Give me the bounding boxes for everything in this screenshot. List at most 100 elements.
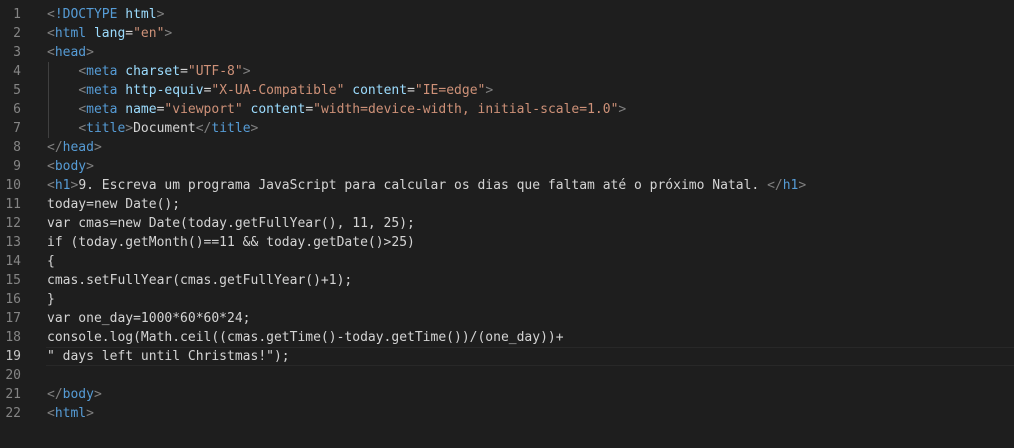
code-token: = bbox=[180, 64, 188, 79]
code-text: } bbox=[47, 290, 55, 309]
code-line[interactable]: 8 </head> bbox=[0, 138, 1014, 157]
code-token: head bbox=[62, 140, 94, 155]
code-token: < bbox=[47, 178, 55, 193]
code-text: <body> bbox=[47, 157, 94, 176]
code-token: > bbox=[86, 45, 94, 60]
code-text: <html> bbox=[47, 404, 94, 423]
code-line[interactable]: 12 var cmas=new Date(today.getFullYear(),… bbox=[0, 214, 1014, 233]
code-token: > bbox=[485, 83, 494, 98]
line-number: 18 bbox=[5, 330, 21, 345]
code-line[interactable]: 19 " days left until Christmas!"); bbox=[0, 347, 1014, 366]
line-number: 14 bbox=[5, 254, 21, 269]
editor-lines[interactable]: 1 <!DOCTYPE html> 2 <html lang="en"> 3 <head>… bbox=[0, 5, 1014, 423]
code-editor[interactable]: 1 <!DOCTYPE html> 2 <html lang="en"> 3 <head>… bbox=[0, 0, 1014, 448]
code-token: meta bbox=[86, 83, 118, 98]
code-line[interactable]: 10 <h1>9. Escreva um programa JavaScript … bbox=[0, 176, 1014, 195]
code-token: "X-UA-Compatible" bbox=[211, 83, 345, 98]
code-line[interactable]: 6 <meta name="viewport" content="width=d… bbox=[0, 100, 1014, 119]
code-token: "IE=edge" bbox=[414, 83, 486, 98]
code-token: " days left until Christmas!"); bbox=[47, 349, 290, 364]
line-number: 13 bbox=[5, 235, 21, 250]
code-token: h1 bbox=[54, 178, 71, 193]
code-line[interactable]: 3 <head> bbox=[0, 43, 1014, 62]
code-token: head bbox=[54, 45, 87, 60]
code-token: = bbox=[125, 26, 134, 41]
code-line[interactable]: 20 bbox=[0, 366, 1014, 385]
code-token: { bbox=[47, 254, 55, 269]
code-text: <head> bbox=[47, 43, 94, 62]
code-token: > bbox=[164, 26, 173, 41]
code-text: " days left until Christmas!"); bbox=[47, 347, 290, 366]
code-line[interactable]: 7 <title>Document</title> bbox=[0, 119, 1014, 138]
code-line[interactable]: 22 <html> bbox=[0, 404, 1014, 423]
code-text: <meta name="viewport" content="width=dev… bbox=[47, 100, 626, 119]
line-number: 2 bbox=[13, 26, 21, 41]
code-token: < bbox=[47, 45, 55, 60]
code-text: </head> bbox=[47, 138, 102, 157]
code-token: console.log(Math.ceil((cmas.getTime()-to… bbox=[47, 330, 564, 345]
line-number: 1 bbox=[13, 7, 21, 22]
code-token: if (today.getMonth()==11 && today.getDat… bbox=[47, 235, 415, 250]
code-token: content bbox=[352, 83, 408, 98]
code-text: var cmas=new Date(today.getFullYear(), 1… bbox=[47, 214, 415, 233]
code-line[interactable]: 14 { bbox=[0, 252, 1014, 271]
code-text: <meta charset="UTF-8"> bbox=[47, 62, 250, 81]
code-line[interactable]: 5 <meta http-equiv = "X-UA-Compatible" con… bbox=[0, 81, 1014, 100]
code-line[interactable]: 21 </body> bbox=[0, 385, 1014, 404]
code-line[interactable]: 17 var one_day=1000*60*60*24; bbox=[0, 309, 1014, 328]
code-token: < bbox=[47, 26, 55, 41]
code-token: "UTF-8" bbox=[187, 64, 243, 79]
code-token: < bbox=[78, 102, 87, 117]
code-line[interactable]: 15 cmas.setFullYear(cmas.getFullYear()+1)… bbox=[0, 271, 1014, 290]
code-token: meta bbox=[86, 64, 118, 79]
line-number: 3 bbox=[13, 45, 21, 60]
code-token: h1 bbox=[782, 178, 799, 193]
code-token: Document bbox=[133, 121, 196, 136]
line-number: 17 bbox=[5, 311, 21, 326]
code-token: meta bbox=[86, 102, 118, 117]
scrolled-line-fragment bbox=[0, 0, 1014, 4]
code-text: if (today.getMonth()==11 && today.getDat… bbox=[47, 233, 415, 252]
code-text: <meta http-equiv = "X-UA-Compatible" conte… bbox=[47, 81, 493, 100]
code-token: > bbox=[125, 121, 134, 136]
code-token: > bbox=[250, 121, 259, 136]
code-token: title bbox=[211, 121, 251, 136]
code-token: > bbox=[618, 102, 627, 117]
code-line[interactable]: 4 <meta charset="UTF-8"> bbox=[0, 62, 1014, 81]
code-text: <!DOCTYPE html> bbox=[47, 5, 164, 24]
code-token: !DOCTYPE bbox=[54, 7, 118, 22]
code-token: > bbox=[798, 178, 807, 193]
code-line[interactable]: 16} bbox=[0, 290, 1014, 309]
code-text: cmas.setFullYear(cmas.getFullYear()+1); bbox=[47, 271, 352, 290]
code-token: today=new Date(); bbox=[47, 197, 181, 212]
code-token: < bbox=[47, 159, 55, 174]
code-token: = bbox=[305, 102, 314, 117]
code-token: "width=device-width, initial-scale=1.0" bbox=[313, 102, 619, 117]
code-token: < bbox=[47, 7, 55, 22]
code-line[interactable]: 13 if (today.getMonth()==11 && today.getD… bbox=[0, 233, 1014, 252]
scrolled-line-text bbox=[47, 0, 125, 4]
code-token: html bbox=[125, 7, 157, 22]
code-token: charset bbox=[125, 64, 181, 79]
code-line[interactable]: 18 console.log(Math.ceil((cmas.getTime()-… bbox=[0, 328, 1014, 347]
line-number: 8 bbox=[13, 140, 21, 155]
code-line[interactable]: 2 <html lang="en"> bbox=[0, 24, 1014, 43]
code-text: console.log(Math.ceil((cmas.getTime()-to… bbox=[47, 328, 564, 347]
line-number: 4 bbox=[13, 64, 21, 79]
code-text: var one_day=1000*60*60*24; bbox=[47, 309, 251, 328]
line-number: 22 bbox=[5, 406, 21, 421]
code-token: </ bbox=[47, 140, 63, 155]
code-token: < bbox=[78, 83, 87, 98]
code-token: content bbox=[250, 102, 306, 117]
code-line[interactable]: 1 <!DOCTYPE html> bbox=[0, 5, 1014, 24]
line-number: 19 bbox=[5, 349, 21, 364]
line-number: 12 bbox=[5, 216, 21, 231]
code-line[interactable]: 9 <body> bbox=[0, 157, 1014, 176]
code-line[interactable]: 11 today=new Date(); bbox=[0, 195, 1014, 214]
code-token: body bbox=[54, 159, 87, 174]
code-text: today=new Date(); bbox=[47, 195, 180, 214]
code-token: 9. Escreva um programa JavaScript para c… bbox=[78, 178, 768, 193]
